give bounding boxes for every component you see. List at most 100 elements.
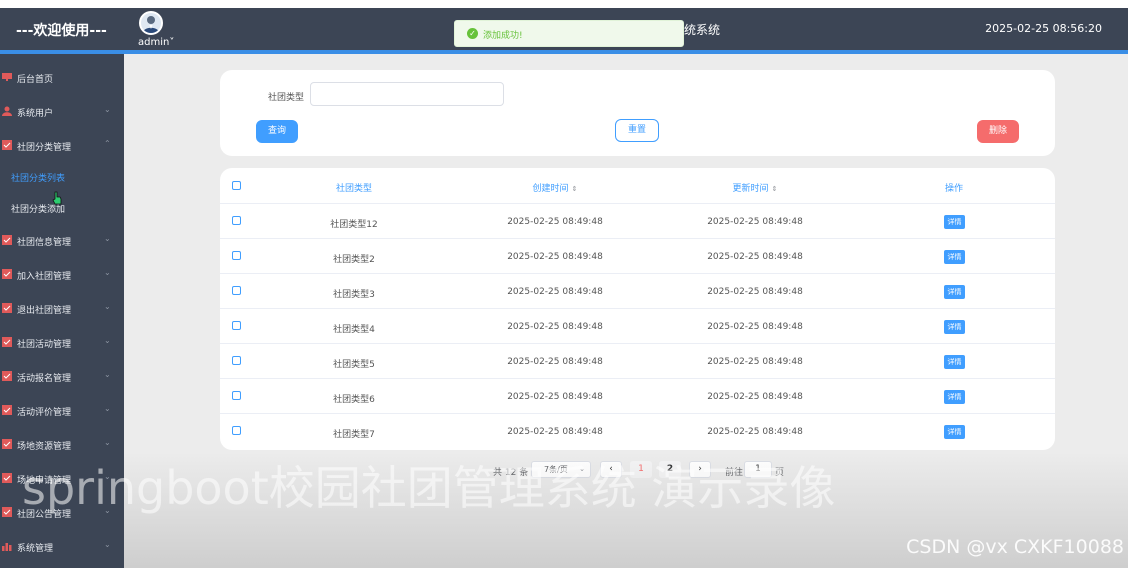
avatar[interactable] xyxy=(139,11,163,35)
chevron-down-icon: ⌄ xyxy=(104,268,111,277)
chevron-down-icon: ⌄ xyxy=(104,234,111,243)
checkbox-icon xyxy=(2,439,12,449)
row-checkbox[interactable] xyxy=(232,391,241,400)
sidebar-item-activity-signup[interactable]: 活动报名管理 ⌄ xyxy=(0,367,124,387)
sidebar-item-system-management[interactable]: 系统管理 ⌄ xyxy=(0,537,124,557)
row-checkbox[interactable] xyxy=(232,251,241,260)
search-panel: 社团类型 查询 重置 删除 xyxy=(220,70,1055,156)
toast-message: 添加成功! xyxy=(483,31,523,41)
column-header-updated[interactable]: 更新时间 ⇕ xyxy=(704,181,806,194)
detail-button[interactable]: 详情 xyxy=(944,250,965,264)
cell-updated: 2025-02-25 08:49:48 xyxy=(707,392,803,402)
table-header-row: 社团类型 创建时间 ⇕ 更新时间 ⇕ 操作 xyxy=(220,168,1055,204)
sidebar-item-club-activity[interactable]: 社团活动管理 ⌄ xyxy=(0,333,124,353)
cell-type: 社团类型2 xyxy=(333,255,375,265)
success-toast: ✓ 添加成功! xyxy=(454,20,684,47)
sidebar-item-activity-review[interactable]: 活动评价管理 ⌄ xyxy=(0,401,124,421)
cell-updated: 2025-02-25 08:49:48 xyxy=(707,252,803,262)
detail-button[interactable]: 详情 xyxy=(944,215,965,229)
sidebar-item-home[interactable]: 后台首页 xyxy=(0,68,124,88)
header-accent-line xyxy=(0,50,1128,54)
cell-updated: 2025-02-25 08:49:48 xyxy=(707,217,803,227)
cell-type: 社团类型3 xyxy=(333,290,375,300)
club-type-input[interactable] xyxy=(310,82,504,106)
table-row: 社团类型2 2025-02-25 08:49:48 2025-02-25 08:… xyxy=(220,239,1055,274)
row-checkbox[interactable] xyxy=(232,286,241,295)
sidebar-item-label: 活动评价管理 xyxy=(17,408,72,418)
sort-icon[interactable]: ⇕ xyxy=(572,185,578,193)
cell-created: 2025-02-25 08:49:48 xyxy=(507,322,603,332)
detail-button[interactable]: 详情 xyxy=(944,320,965,334)
success-check-icon: ✓ xyxy=(467,28,478,39)
cell-type: 社团类型5 xyxy=(333,360,375,370)
row-checkbox[interactable] xyxy=(232,216,241,225)
sidebar-item-label: 场地资源管理 xyxy=(17,442,72,452)
checkbox-icon xyxy=(2,303,12,313)
chevron-down-icon: ⌄ xyxy=(104,404,111,413)
table-row: 社团类型6 2025-02-25 08:49:48 2025-02-25 08:… xyxy=(220,379,1055,414)
column-header-label: 创建时间 xyxy=(532,184,569,194)
club-type-label: 社团类型 xyxy=(268,93,305,103)
table-row: 社团类型12 2025-02-25 08:49:48 2025-02-25 08… xyxy=(220,204,1055,239)
hand-cursor-icon xyxy=(52,191,62,205)
cell-updated: 2025-02-25 08:49:48 xyxy=(707,427,803,437)
chevron-up-icon: ⌃ xyxy=(104,139,111,148)
chevron-down-icon: ⌄ xyxy=(104,438,111,447)
detail-button[interactable]: 详情 xyxy=(944,390,965,404)
cell-type: 社团类型4 xyxy=(333,325,375,335)
select-all-checkbox[interactable] xyxy=(232,181,241,190)
row-checkbox[interactable] xyxy=(232,426,241,435)
table-row: 社团类型4 2025-02-25 08:49:48 2025-02-25 08:… xyxy=(220,309,1055,344)
checkbox-icon xyxy=(2,507,12,517)
sort-icon[interactable]: ⇕ xyxy=(772,185,778,193)
user-avatar-icon xyxy=(143,16,159,33)
chevron-down-icon: ⌄ xyxy=(104,540,111,549)
sidebar-item-join-club[interactable]: 加入社团管理 ⌄ xyxy=(0,265,124,285)
column-header-created[interactable]: 创建时间 ⇕ xyxy=(504,181,606,194)
cell-updated: 2025-02-25 08:49:48 xyxy=(707,287,803,297)
sidebar-item-label: 活动报名管理 xyxy=(17,374,72,384)
cell-created: 2025-02-25 08:49:48 xyxy=(507,392,603,402)
checkbox-icon xyxy=(2,235,12,245)
row-checkbox[interactable] xyxy=(232,321,241,330)
chevron-down-icon: ⌄ xyxy=(104,302,111,311)
club-type-table: 社团类型 创建时间 ⇕ 更新时间 ⇕ 操作 社团类型12 2025-02-25 08… xyxy=(220,168,1055,450)
checkbox-icon xyxy=(2,473,12,483)
sidebar-item-club-info[interactable]: 社团信息管理 ⌄ xyxy=(0,231,124,251)
chevron-down-icon: ⌄ xyxy=(104,105,111,114)
sidebar-item-system-users[interactable]: 系统用户 ⌄ xyxy=(0,102,124,122)
sidebar-item-label: 社团活动管理 xyxy=(17,340,72,350)
system-title: 统系统 xyxy=(684,23,721,37)
detail-button[interactable]: 详情 xyxy=(944,425,965,439)
cell-type: 社团类型6 xyxy=(333,395,375,405)
sidebar-item-label: 退出社团管理 xyxy=(17,306,72,316)
cell-created: 2025-02-25 08:49:48 xyxy=(507,252,603,262)
table-row: 社团类型5 2025-02-25 08:49:48 2025-02-25 08:… xyxy=(220,344,1055,379)
sidebar-item-label: 社团信息管理 xyxy=(17,238,72,248)
cell-type: 社团类型12 xyxy=(330,220,378,230)
cell-created: 2025-02-25 08:49:48 xyxy=(507,357,603,367)
query-button[interactable]: 查询 xyxy=(256,120,298,143)
cell-updated: 2025-02-25 08:49:48 xyxy=(707,322,803,332)
table-row: 社团类型7 2025-02-25 08:49:48 2025-02-25 08:… xyxy=(220,414,1055,449)
checkbox-icon xyxy=(2,269,12,279)
detail-button[interactable]: 详情 xyxy=(944,285,965,299)
delete-button[interactable]: 删除 xyxy=(977,120,1019,143)
row-checkbox[interactable] xyxy=(232,356,241,365)
sidebar-item-club-category[interactable]: 社团分类管理 ⌃ xyxy=(0,136,124,156)
video-watermark: springboot校园社团管理系统 演示录像 xyxy=(22,461,836,515)
welcome-title: ---欢迎使用--- xyxy=(16,23,107,39)
sidebar-item-quit-club[interactable]: 退出社团管理 ⌄ xyxy=(0,299,124,319)
header-datetime: 2025-02-25 08:56:20 xyxy=(985,22,1102,35)
reset-button[interactable]: 重置 xyxy=(615,119,659,142)
sidebar-item-label: 系统管理 xyxy=(17,544,54,554)
checkbox-icon xyxy=(2,140,12,150)
sidebar-subitem-category-list[interactable]: 社团分类列表 xyxy=(11,171,65,184)
user-icon xyxy=(2,106,12,116)
detail-button[interactable]: 详情 xyxy=(944,355,965,369)
username-dropdown[interactable]: admin˅ xyxy=(138,37,174,48)
csdn-watermark: CSDN @vx CXKF10088 xyxy=(906,536,1124,558)
sidebar-item-label: 加入社团管理 xyxy=(17,272,72,282)
username-label: admin xyxy=(138,37,170,48)
column-header-label: 更新时间 xyxy=(732,184,769,194)
